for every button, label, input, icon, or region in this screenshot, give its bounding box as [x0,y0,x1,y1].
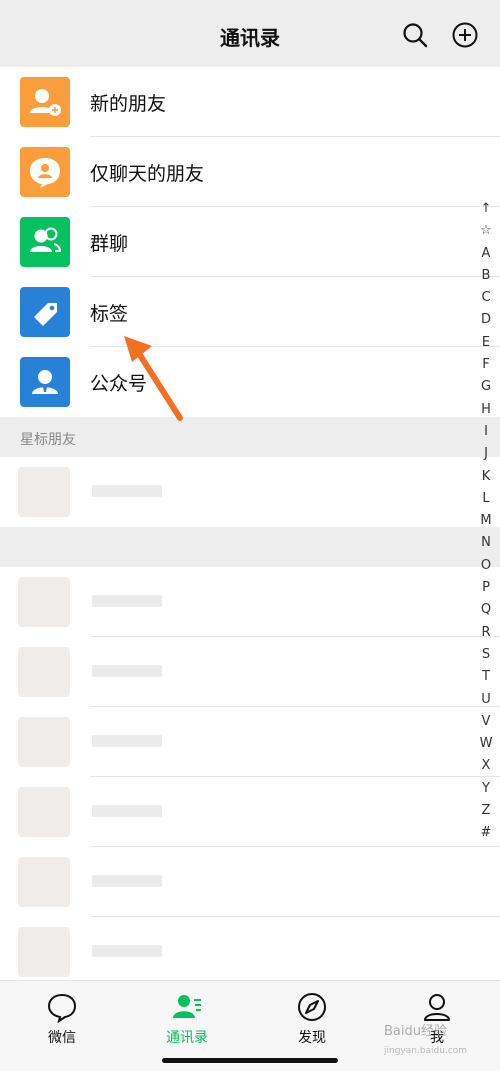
alphabet-index[interactable]: ↑ ☆ A B C D E F G H I J K L M N O P Q R S T U V W X Y Z # [476,198,496,845]
contact-name-redacted [92,735,162,747]
chat-only-icon [20,147,70,197]
index-letter[interactable]: K [476,466,496,488]
avatar [18,647,70,697]
chat-bubble-icon [47,993,77,1023]
index-letter[interactable]: C [476,287,496,309]
plus-circle-icon[interactable] [452,22,478,48]
contact-row[interactable] [0,777,500,847]
index-letter[interactable]: # [476,822,496,844]
tab-contacts-label: 通讯录 [166,1030,208,1046]
index-letter[interactable]: H [476,399,496,421]
index-letter[interactable]: B [476,265,496,287]
index-letter[interactable]: G [476,376,496,398]
tags-label: 标签 [90,303,129,325]
contact-name-redacted [92,595,162,607]
compass-icon [298,993,326,1021]
new-friends-label: 新的朋友 [90,93,167,115]
chat-only-friends-row[interactable]: 仅聊天的朋友 [0,137,500,207]
top-bar: 通讯录 [0,0,500,70]
add-friend-icon [20,77,70,127]
avatar [18,717,70,767]
tab-contacts[interactable]: 通讯录 [137,991,237,1047]
avatar [18,577,70,627]
index-letter[interactable]: I [476,421,496,443]
index-letter[interactable]: ↑ [476,198,496,220]
index-letter[interactable]: L [476,488,496,510]
starred-section-label: 星标朋友 [20,432,76,448]
new-friends-row[interactable]: 新的朋友 [0,67,500,137]
index-letter[interactable]: S [476,644,496,666]
contact-row[interactable] [0,847,500,917]
official-account-icon [20,357,70,407]
index-letter[interactable]: Q [476,599,496,621]
tab-discover[interactable]: 发现 [262,991,362,1047]
arrow-annotation-icon [124,336,183,421]
search-icon[interactable] [402,22,428,48]
index-letter[interactable]: N [476,532,496,554]
watermark-text: Baidu经验 [384,1024,447,1039]
contact-name-redacted [92,945,162,957]
index-letter[interactable]: E [476,332,496,354]
contact-row[interactable] [0,637,500,707]
group-chat-icon [20,217,70,267]
contact-row[interactable] [0,707,500,777]
index-letter[interactable]: Z [476,800,496,822]
index-letter[interactable]: J [476,443,496,465]
tags-row[interactable]: 标签 [0,277,500,347]
avatar [18,467,70,517]
group-chats-label: 群聊 [90,233,129,255]
index-letter[interactable]: U [476,689,496,711]
contact-name-redacted [92,485,162,497]
index-letter[interactable]: A [476,243,496,265]
index-letter[interactable]: P [476,577,496,599]
contact-row[interactable] [0,917,500,987]
index-letter[interactable]: T [476,666,496,688]
contact-name-redacted [92,805,162,817]
tag-icon [20,287,70,337]
group-chats-row[interactable]: 群聊 [0,207,500,277]
index-letter[interactable]: Y [476,778,496,800]
chat-only-friends-label: 仅聊天的朋友 [90,163,205,185]
home-indicator [162,1058,338,1063]
contact-row[interactable] [0,457,500,527]
index-letter[interactable]: ☆ [476,220,496,242]
index-letter[interactable]: V [476,711,496,733]
starred-section-header: 星标朋友 [0,417,500,457]
contact-row[interactable] [0,567,500,637]
official-accounts-row[interactable]: 公众号 [0,347,500,417]
tab-chats-label: 微信 [48,1030,76,1046]
avatar [18,927,70,977]
index-letter[interactable]: F [476,354,496,376]
index-letter[interactable]: O [476,555,496,577]
index-letter[interactable]: D [476,309,496,331]
avatar [18,787,70,837]
contact-name-redacted [92,875,162,887]
section-divider-band [0,527,500,567]
contact-name-redacted [92,665,162,677]
tab-discover-label: 发现 [298,1030,326,1046]
profile-icon [424,994,450,1021]
index-letter[interactable]: X [476,755,496,777]
watermark-subtext: jingyan.baidu.com [384,1046,468,1056]
tab-chats[interactable]: 微信 [12,991,112,1047]
index-letter[interactable]: M [476,510,496,532]
avatar [18,857,70,907]
contacts-icon [173,995,201,1018]
contacts-screen: 通讯录 新的朋友 仅聊天的朋友 群聊 标签 公众号 星标朋友 ↑ ☆ A B C… [0,0,500,1071]
index-letter[interactable]: W [476,733,496,755]
index-letter[interactable]: R [476,622,496,644]
